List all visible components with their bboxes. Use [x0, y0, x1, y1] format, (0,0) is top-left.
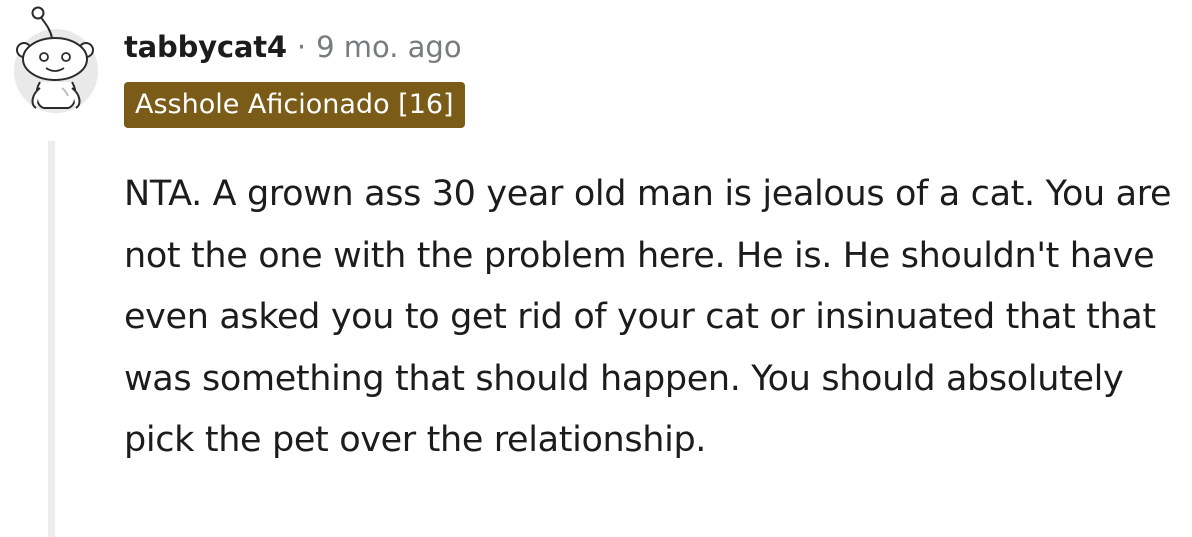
thread-collapse-line[interactable]	[48, 141, 55, 537]
username-link[interactable]: tabbycat4	[124, 30, 287, 64]
timestamp-link[interactable]: 9 mo. ago	[316, 30, 462, 64]
comment-header: tabbycat4 · 9 mo. ago	[124, 22, 462, 72]
meta-separator: ·	[296, 30, 307, 64]
comment: tabbycat4 · 9 mo. ago Asshole Aficionado…	[0, 0, 1192, 537]
snoo-avatar-icon	[14, 6, 98, 113]
comment-body: NTA. A grown ass 30 year old man is jeal…	[124, 174, 1172, 460]
user-flair-badge: Asshole Aficionado [16]	[124, 82, 465, 128]
avatar[interactable]	[10, 4, 102, 116]
